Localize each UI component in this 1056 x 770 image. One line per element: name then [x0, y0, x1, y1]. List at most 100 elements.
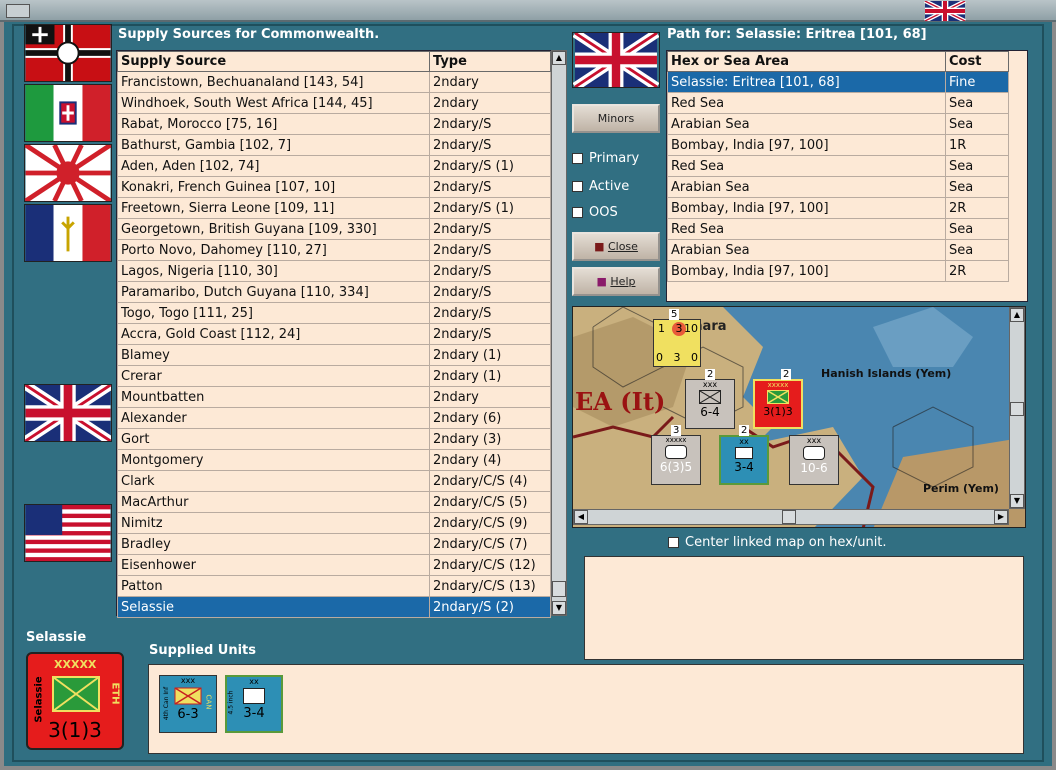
supplied-unit-artillery[interactable]: xx 4.5 inch 3-4 [225, 675, 283, 733]
path-row-value-cell: Sea [945, 218, 1009, 240]
supply-source-row[interactable]: Georgetown, British Guyana [109, 330] 2nd… [117, 218, 551, 240]
supply-source-row[interactable]: Accra, Gold Coast [112, 24] 2ndary/S [117, 323, 551, 345]
italian-flag-icon[interactable] [24, 84, 112, 142]
vichy-france-flag-icon[interactable] [24, 204, 112, 262]
german-flag-icon[interactable] [24, 24, 112, 82]
supply-source-row[interactable]: Mountbatten 2ndary [117, 386, 551, 408]
supply-source-row-name-cell: Selassie [117, 596, 430, 618]
path-row[interactable]: Red Sea Sea [667, 155, 1009, 177]
supply-source-row[interactable]: Clark 2ndary/C/S (4) [117, 470, 551, 492]
path-list[interactable]: Hex or Sea Area Cost Selassie: Eritrea [… [666, 50, 1028, 302]
supplied-unit-infantry[interactable]: xxx 4th Can Inf CAN 6-3 [159, 675, 217, 733]
supply-source-row[interactable]: Crerar 2ndary (1) [117, 365, 551, 387]
scroll-thumb[interactable] [782, 510, 796, 524]
counter-strength: 6(3)5 [659, 460, 693, 474]
supply-source-row[interactable]: Blamey 2ndary (1) [117, 344, 551, 366]
unit-side-label-right: ETH [109, 682, 121, 705]
oos-checkbox[interactable]: OOS [572, 205, 618, 220]
counter-stack-badge: 3 [671, 425, 682, 436]
counter-side-label: 4.5 inch [227, 690, 235, 715]
path-row[interactable]: Selassie: Eritrea [101, 68] Fine [667, 71, 1009, 93]
selected-unit-counter[interactable]: XXXXX Selassie ETH 3(1)3 [26, 652, 124, 750]
supply-list-scrollbar[interactable]: ▲ ▼ [551, 50, 567, 616]
supply-source-row-name-cell: Alexander [117, 407, 430, 429]
supply-source-row-name-cell: Togo, Togo [111, 25] [117, 302, 430, 324]
column-header-hex-or-sea-area[interactable]: Hex or Sea Area [667, 51, 946, 72]
artillery-symbol-icon [735, 447, 753, 459]
path-row[interactable]: Bombay, India [97, 100] 2R [667, 197, 1009, 219]
supply-source-row-name-cell: Bathurst, Gambia [102, 7] [117, 134, 430, 156]
help-button[interactable]: ■ Help [572, 267, 660, 296]
scroll-thumb[interactable] [1010, 402, 1024, 416]
scroll-right-button[interactable]: ▶ [994, 510, 1008, 524]
supply-source-row-value-cell: 2ndary/S [429, 260, 551, 282]
supply-source-row[interactable]: Bradley 2ndary/C/S (7) [117, 533, 551, 555]
close-button[interactable]: ■ Close [572, 232, 660, 261]
infantry-symbol-icon [174, 687, 202, 705]
supply-source-row[interactable]: Paramaribo, Dutch Guyana [110, 334] 2ndar… [117, 281, 551, 303]
scroll-up-button[interactable]: ▲ [552, 51, 566, 65]
path-row[interactable]: Red Sea Sea [667, 92, 1009, 114]
uk-flag-icon[interactable] [24, 384, 112, 442]
supply-source-row[interactable]: Francistown, Bechuanaland [143, 54] 2ndar… [117, 71, 551, 93]
column-header-supply-source[interactable]: Supply Source [117, 51, 430, 72]
us-flag-icon[interactable] [24, 504, 112, 562]
supply-source-row[interactable]: Patton 2ndary/C/S (13) [117, 575, 551, 597]
map-vertical-scrollbar[interactable]: ▲ ▼ [1009, 307, 1025, 509]
supply-source-row[interactable]: Lagos, Nigeria [110, 30] 2ndary/S [117, 260, 551, 282]
scroll-left-button[interactable]: ◀ [574, 510, 588, 524]
supply-source-row[interactable]: Togo, Togo [111, 25] 2ndary/S [117, 302, 551, 324]
path-row[interactable]: Bombay, India [97, 100] 2R [667, 260, 1009, 282]
supply-source-row[interactable]: Bathurst, Gambia [102, 7] 2ndary/S [117, 134, 551, 156]
path-row[interactable]: Arabian Sea Sea [667, 239, 1009, 261]
supply-source-row[interactable]: Rabat, Morocco [75, 16] 2ndary/S [117, 113, 551, 135]
map-counter-infantry[interactable]: xxx 6-4 [685, 379, 735, 429]
map-counter-army[interactable]: xxxxx 6(3)5 [651, 435, 701, 485]
supply-source-row[interactable]: Selassie 2ndary/S (2) [117, 596, 551, 618]
active-checkbox[interactable]: Active [572, 179, 629, 194]
path-row-name-cell: Red Sea [667, 155, 946, 177]
map-counter-artillery[interactable]: xx 3-4 [719, 435, 769, 485]
counter-strength: 6-4 [700, 405, 720, 419]
map-counter-hq[interactable]: 1 3 10 0 3 0 [653, 319, 701, 367]
supply-source-row[interactable]: Nimitz 2ndary/C/S (9) [117, 512, 551, 534]
map-counter-selassie[interactable]: xxxxx 3(1)3 [753, 379, 803, 429]
supply-source-row[interactable]: MacArthur 2ndary/C/S (5) [117, 491, 551, 513]
counter-size: xxx [806, 436, 822, 445]
supply-source-row-value-cell: 2ndary/S [429, 218, 551, 240]
path-row[interactable]: Bombay, India [97, 100] 1R [667, 134, 1009, 156]
path-row-name-cell: Bombay, India [97, 100] [667, 134, 946, 156]
supply-source-row[interactable]: Aden, Aden [102, 74] 2ndary/S (1) [117, 155, 551, 177]
supply-source-row[interactable]: Porto Novo, Dahomey [110, 27] 2ndary/S [117, 239, 551, 261]
scroll-down-button[interactable]: ▼ [552, 601, 566, 615]
scroll-up-button[interactable]: ▲ [1010, 308, 1024, 322]
japanese-flag-icon[interactable] [24, 144, 112, 202]
supply-source-row[interactable]: Alexander 2ndary (6) [117, 407, 551, 429]
supply-source-row[interactable]: Freetown, Sierra Leone [109, 11] 2ndary/S… [117, 197, 551, 219]
path-row[interactable]: Arabian Sea Sea [667, 176, 1009, 198]
supply-source-row-value-cell: 2ndary/S [429, 113, 551, 135]
supply-source-row[interactable]: Konakri, French Guinea [107, 10] 2ndary/S [117, 176, 551, 198]
map-counter-corps[interactable]: xxx 10-6 [789, 435, 839, 485]
supply-source-row-name-cell: Georgetown, British Guyana [109, 330] [117, 218, 430, 240]
supply-source-list[interactable]: Supply Source Type Francistown, Bechuana… [116, 50, 552, 618]
supply-source-row[interactable]: Gort 2ndary (3) [117, 428, 551, 450]
scroll-down-button[interactable]: ▼ [1010, 494, 1024, 508]
primary-checkbox[interactable]: Primary [572, 151, 639, 166]
path-row[interactable]: Red Sea Sea [667, 218, 1009, 240]
supply-source-row[interactable]: Eisenhower 2ndary/C/S (12) [117, 554, 551, 576]
supply-source-row[interactable]: Windhoek, South West Africa [144, 45] 2nd… [117, 92, 551, 114]
center-map-checkbox[interactable]: Center linked map on hex/unit. [668, 535, 887, 550]
linked-map[interactable]: EA (It) mara Hanish Islands (Yem) Perim … [572, 306, 1026, 528]
supply-source-row-value-cell: 2ndary/C/S (7) [429, 533, 551, 555]
selected-unit-name: Selassie [26, 630, 87, 645]
minors-button[interactable]: Minors [572, 104, 660, 133]
unit-strength: 3(1)3 [48, 718, 102, 742]
system-menu-button[interactable] [6, 4, 30, 18]
map-horizontal-scrollbar[interactable]: ◀ ▶ [573, 509, 1009, 525]
supply-source-row[interactable]: Montgomery 2ndary (4) [117, 449, 551, 471]
path-row[interactable]: Arabian Sea Sea [667, 113, 1009, 135]
scroll-thumb[interactable] [552, 581, 566, 597]
column-header-type[interactable]: Type [429, 51, 551, 72]
column-header-cost[interactable]: Cost [945, 51, 1009, 72]
